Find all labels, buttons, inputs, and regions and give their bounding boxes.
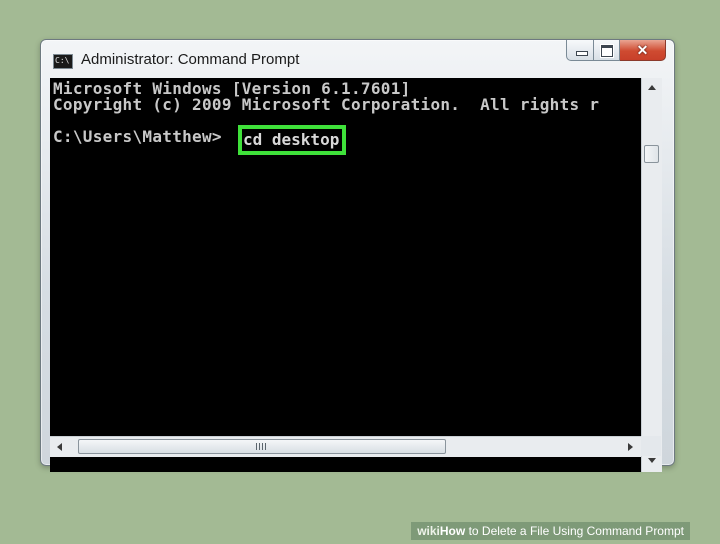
console-output[interactable]: Microsoft Windows [Version 6.1.7601] Cop… — [50, 78, 641, 472]
vertical-scroll-thumb[interactable] — [644, 145, 659, 163]
watermark-text: to Delete a File Using Command Prompt — [465, 524, 684, 538]
scroll-grip-icon — [256, 443, 266, 450]
caption-buttons: ✕ — [566, 40, 666, 62]
watermark-wiki: wiki — [417, 524, 440, 538]
maximize-button[interactable] — [594, 40, 620, 61]
cmd-icon[interactable]: C:\ — [53, 54, 73, 69]
window-title: Administrator: Command Prompt — [81, 51, 300, 68]
console-prompt: C:\Users\Matthew> — [53, 128, 222, 146]
vertical-scrollbar[interactable] — [641, 78, 662, 472]
resize-grip[interactable] — [641, 436, 661, 456]
scroll-down-icon[interactable] — [648, 458, 656, 463]
typed-command: cd desktop — [243, 130, 340, 149]
minimize-button[interactable] — [566, 40, 594, 61]
close-icon: ✕ — [636, 42, 649, 58]
console-line-copyright: Copyright (c) 2009 Microsoft Corporation… — [53, 96, 600, 114]
horizontal-scrollbar[interactable] — [50, 436, 641, 457]
command-highlight-box: cd desktop — [238, 125, 347, 155]
title-bar[interactable]: C:\ Administrator: Command Prompt ✕ — [41, 40, 674, 78]
horizontal-scroll-thumb[interactable] — [78, 439, 446, 454]
scroll-up-icon[interactable] — [648, 85, 656, 90]
watermark-how: How — [439, 524, 466, 538]
close-button[interactable]: ✕ — [620, 40, 666, 61]
scroll-right-icon[interactable] — [628, 443, 633, 451]
wikihow-watermark: wikiHow to Delete a File Using Command P… — [411, 522, 690, 540]
scroll-left-icon[interactable] — [57, 443, 62, 451]
command-prompt-window: C:\ Administrator: Command Prompt ✕ Micr… — [40, 39, 675, 472]
